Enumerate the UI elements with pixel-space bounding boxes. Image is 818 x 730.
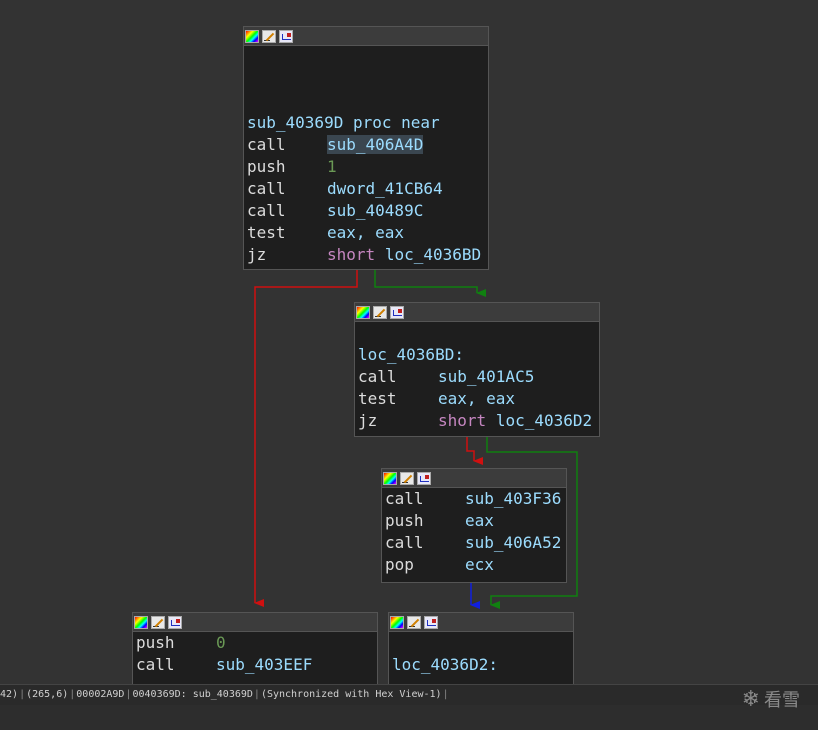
instruction-line[interactable]: call sub_406A4D: [244, 134, 488, 156]
operand[interactable]: sub_40489C: [327, 201, 423, 220]
group-nodes-icon[interactable]: [417, 471, 431, 485]
operand[interactable]: ecx: [465, 555, 494, 574]
mnemonic: call: [385, 533, 424, 552]
rename-icon[interactable]: [151, 615, 165, 629]
label-text[interactable]: loc_4036BD:: [358, 345, 464, 364]
code-label[interactable]: sub_40369D proc near: [244, 112, 488, 134]
instruction-line[interactable]: call sub_406A52: [382, 532, 566, 554]
node-header: [244, 27, 488, 46]
node-body: call sub_403F36push eax call sub_406A52pop ec…: [382, 488, 566, 576]
color-icon[interactable]: [390, 615, 404, 629]
instruction-line[interactable]: call sub_401AC5: [355, 366, 599, 388]
status-bar: 42)|(265,6)|00002A9D|0040369D: sub_40369…: [0, 684, 818, 705]
jump-keyword: short: [327, 245, 376, 264]
jump-keyword: short: [438, 411, 487, 430]
operand[interactable]: 1: [327, 157, 337, 176]
node-body: sub_40369D proc near call sub_406A4D push 1 c…: [244, 112, 488, 266]
edge-true-sub40369D-to-loc4036BD: [374, 270, 486, 297]
status-item-offset: 00002A9D: [76, 689, 125, 700]
rename-icon[interactable]: [262, 29, 276, 43]
node-body: loc_4036D2:: [389, 654, 573, 676]
operand[interactable]: loc_4036D2: [496, 411, 592, 430]
group-nodes-icon[interactable]: [424, 615, 438, 629]
mnemonic: jz: [358, 411, 378, 430]
color-icon[interactable]: [383, 471, 397, 485]
operand[interactable]: dword_41CB64: [327, 179, 443, 198]
color-icon[interactable]: [134, 615, 148, 629]
instruction-line[interactable]: call sub_403F36: [382, 488, 566, 510]
instruction-line[interactable]: push 1: [244, 156, 488, 178]
instruction-line[interactable]: test eax, eax: [355, 388, 599, 410]
watermark: ❄ 看雪: [742, 686, 800, 712]
node-header: [389, 613, 573, 632]
instruction-line[interactable]: jz short loc_4036D2: [355, 410, 599, 432]
instruction-line[interactable]: push 0: [133, 632, 377, 654]
edge-false-sub40369D-to-403EEF: [254, 270, 358, 607]
label-text[interactable]: sub_40369D proc near: [247, 113, 440, 132]
operand[interactable]: sub_406A4D: [327, 135, 424, 154]
status-item-address: 0040369D: sub_40369D: [132, 689, 253, 700]
mnemonic: pop: [385, 555, 414, 574]
mnemonic: test: [358, 389, 397, 408]
snowflake-icon: ❄: [741, 686, 760, 712]
mnemonic: push: [136, 633, 175, 652]
mnemonic: test: [247, 223, 286, 242]
group-nodes-icon[interactable]: [168, 615, 182, 629]
node-header: [355, 303, 599, 322]
instruction-line[interactable]: push eax: [382, 510, 566, 532]
instruction-line[interactable]: call dword_41CB64: [244, 178, 488, 200]
mnemonic: jz: [247, 245, 267, 264]
status-item-sync: (Synchronized with Hex View-1): [260, 689, 442, 700]
operand[interactable]: eax, eax: [438, 389, 515, 408]
operand[interactable]: sub_403EEF: [216, 655, 312, 674]
mnemonic: push: [385, 511, 424, 530]
graph-node-sub-40369d[interactable]: sub_40369D proc near call sub_406A4D push 1 c…: [243, 26, 489, 270]
operand[interactable]: sub_406A52: [465, 533, 561, 552]
mnemonic: call: [358, 367, 397, 386]
mnemonic: call: [247, 135, 286, 154]
edge-false-loc4036BD-to-403F36: [466, 437, 483, 465]
label-text[interactable]: loc_4036D2:: [392, 655, 498, 674]
node-body: push 0 call sub_403EEF: [133, 632, 377, 676]
watermark-text: 看雪: [764, 690, 800, 711]
node-body: loc_4036BD:call sub_401AC5test eax, eax jz s…: [355, 344, 599, 432]
node-header: [133, 613, 377, 632]
rename-icon[interactable]: [373, 305, 387, 319]
instruction-line[interactable]: pop ecx: [382, 554, 566, 576]
operand[interactable]: eax: [465, 511, 494, 530]
group-nodes-icon[interactable]: [390, 305, 404, 319]
code-label[interactable]: loc_4036BD:: [355, 344, 599, 366]
instruction-line[interactable]: call sub_40489C: [244, 200, 488, 222]
status-item-position: 42): [0, 689, 19, 700]
graph-node-block-403f36[interactable]: call sub_403F36push eax call sub_406A52pop ec…: [381, 468, 567, 583]
status-item-coords: (265,6): [26, 689, 69, 700]
rename-icon[interactable]: [407, 615, 421, 629]
graph-node-loc-4036bd[interactable]: loc_4036BD:call sub_401AC5test eax, eax jz s…: [354, 302, 600, 437]
instruction-line[interactable]: jz short loc_4036BD: [244, 244, 488, 266]
rename-icon[interactable]: [400, 471, 414, 485]
operand[interactable]: loc_4036BD: [385, 245, 481, 264]
code-label[interactable]: loc_4036D2:: [389, 654, 573, 676]
mnemonic: call: [247, 179, 286, 198]
group-nodes-icon[interactable]: [279, 29, 293, 43]
mnemonic: call: [136, 655, 175, 674]
mnemonic: call: [247, 201, 286, 220]
color-icon[interactable]: [245, 29, 259, 43]
instruction-line[interactable]: test eax, eax: [244, 222, 488, 244]
operand[interactable]: sub_401AC5: [438, 367, 534, 386]
node-header: [382, 469, 566, 488]
color-icon[interactable]: [356, 305, 370, 319]
instruction-line[interactable]: call sub_403EEF: [133, 654, 377, 676]
mnemonic: push: [247, 157, 286, 176]
operand[interactable]: eax, eax: [327, 223, 404, 242]
bottom-strip: [0, 705, 818, 730]
mnemonic: call: [385, 489, 424, 508]
operand[interactable]: 0: [216, 633, 226, 652]
operand[interactable]: sub_403F36: [465, 489, 561, 508]
